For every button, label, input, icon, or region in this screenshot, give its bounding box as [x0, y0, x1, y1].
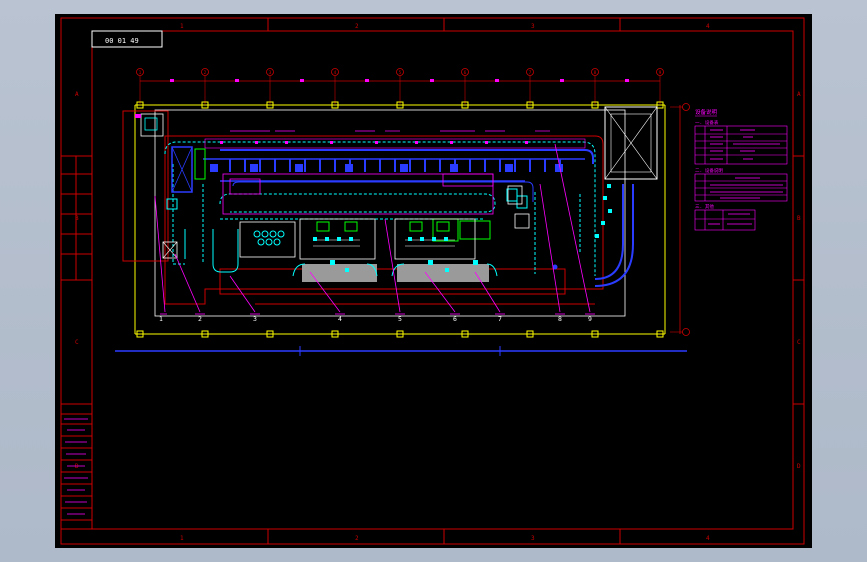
zone-label-right-a: A	[797, 91, 801, 98]
grid-bubble-label-9: 9	[659, 70, 662, 76]
grid-bubble-label-6: 6	[464, 70, 467, 76]
callout-4: 4	[338, 315, 342, 323]
cad-viewport[interactable]: 1 2 3 4 1 2 3 4 A B C D A B C D 00 01 49	[0, 0, 867, 562]
cyclone-units	[253, 230, 285, 246]
grid-bubble-label-3: 3	[269, 70, 272, 76]
zone-label-left-c: C	[75, 339, 79, 346]
grid-bubble-label-7: 7	[529, 70, 532, 76]
green-equipment	[194, 148, 491, 242]
callout-2: 2	[198, 315, 202, 323]
zone-label-bottom-4: 4	[706, 535, 710, 542]
drawing-sheet: 1 2 3 4 1 2 3 4 A B C D A B C D 00 01 49	[55, 14, 812, 548]
right-equipment	[507, 106, 658, 287]
cad-drawing: 1 2 3 4 1 2 3 4 A B C D A B C D 00 01 49	[60, 17, 805, 545]
right-dimension	[670, 103, 690, 336]
zone-label-right-c: C	[797, 339, 801, 346]
callout-7: 7	[498, 315, 502, 323]
zone-label-top-4: 4	[706, 23, 710, 30]
equipment-legend: 设备说明 一. 设备表 二. 设备说明 三. 其他	[694, 108, 788, 231]
callout-6: 6	[453, 315, 457, 323]
pretreatment-tanks	[204, 130, 586, 149]
legend-heading: 设备说明	[695, 108, 718, 116]
sheet-code: 00 01 49	[105, 37, 139, 45]
zone-label-right-d: D	[797, 463, 801, 470]
zone-label-left-a: A	[75, 91, 79, 98]
grid-bubble-label-2: 2	[204, 70, 207, 76]
callout-9: 9	[588, 315, 592, 323]
grid-bubble-label-5: 5	[399, 70, 402, 76]
building-outline	[154, 109, 626, 317]
grid-bubble-label-1: 1	[139, 70, 142, 76]
zone-label-right-b: B	[797, 215, 801, 222]
callout-3: 3	[253, 315, 257, 323]
zone-label-top-1: 1	[180, 23, 184, 30]
grid-bubble-label-4: 4	[334, 70, 337, 76]
zone-label-left-d: D	[75, 463, 79, 470]
legend-subheading-2: 二. 设备说明	[695, 167, 723, 174]
oven	[222, 173, 494, 215]
callout-1: 1	[159, 315, 163, 323]
zone-label-bottom-2: 2	[355, 535, 359, 542]
legend-subheading-1: 一. 设备表	[695, 119, 719, 126]
legend-subheading-3: 三. 其他	[695, 203, 714, 210]
zone-label-bottom-3: 3	[531, 535, 535, 542]
zone-label-top-2: 2	[355, 23, 359, 30]
grid-bubble-label-8: 8	[594, 70, 597, 76]
callout-8: 8	[558, 315, 562, 323]
zone-label-bottom-1: 1	[180, 535, 184, 542]
zone-label-top-3: 3	[531, 23, 535, 30]
title-block	[60, 413, 93, 530]
callout-5: 5	[398, 315, 402, 323]
